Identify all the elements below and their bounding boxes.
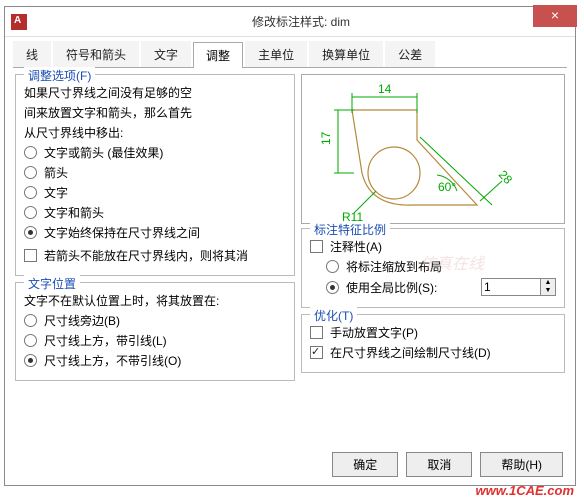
optimize-legend: 优化(T)	[310, 307, 357, 324]
scale-legend: 标注特征比例	[310, 221, 390, 238]
watermark-cn: 仿真在线	[420, 250, 484, 274]
spin-down-icon[interactable]: ▼	[541, 287, 555, 295]
textpos-1[interactable]: 尺寸线上方，带引线(L)	[24, 332, 286, 349]
fit-intro: 如果尺寸界线之间没有足够的空	[24, 84, 286, 101]
textpos-0[interactable]: 尺寸线旁边(B)	[24, 312, 286, 329]
window-title: 修改标注样式: dim	[27, 13, 575, 30]
fit-opt-5[interactable]: 若箭头不能放在尺寸界线内，则将其消	[24, 247, 286, 264]
dialog-footer: 确定 取消 帮助(H)	[332, 452, 563, 477]
cancel-button[interactable]: 取消	[406, 452, 472, 477]
close-button[interactable]: ×	[533, 5, 577, 27]
dialog-window: 修改标注样式: dim × 线 符号和箭头 文字 调整 主单位 换算单位 公差 …	[4, 6, 576, 486]
text-pos-group: 文字位置 文字不在默认位置上时，将其放置在: 尺寸线旁边(B) 尺寸线上方，带引…	[15, 282, 295, 381]
tab-tol[interactable]: 公差	[385, 41, 435, 67]
spin-up-icon[interactable]: ▲	[541, 279, 555, 287]
scale-input[interactable]	[481, 278, 541, 296]
fit-options-group: 调整选项(F) 如果尺寸界线之间没有足够的空 间来放置文字和箭头，那么首先 从尺…	[15, 74, 295, 276]
fit-opt-3[interactable]: 文字和箭头	[24, 204, 286, 221]
app-icon	[11, 14, 27, 30]
fit-opt-4[interactable]: 文字始终保持在尺寸界线之间	[24, 224, 286, 241]
fit-legend: 调整选项(F)	[24, 67, 95, 84]
fit-opt-1[interactable]: 箭头	[24, 164, 286, 181]
tab-fit[interactable]: 调整	[193, 42, 243, 68]
svg-text:60°: 60°	[438, 180, 456, 194]
content-area: 调整选项(F) 如果尺寸界线之间没有足够的空 间来放置文字和箭头，那么首先 从尺…	[5, 68, 575, 397]
svg-text:14: 14	[378, 82, 392, 96]
tab-strip: 线 符号和箭头 文字 调整 主单位 换算单位 公差	[13, 41, 567, 68]
tab-alt[interactable]: 换算单位	[309, 41, 383, 67]
svg-text:17: 17	[319, 131, 333, 145]
preview-svg: 14 17 60° R11 28	[302, 75, 562, 223]
tab-lines[interactable]: 线	[13, 41, 51, 67]
opt-draw[interactable]: 在尺寸界线之间绘制尺寸线(D)	[310, 344, 556, 361]
textpos-2[interactable]: 尺寸线上方，不带引线(O)	[24, 352, 286, 369]
fit-opt-2[interactable]: 文字	[24, 184, 286, 201]
tab-primary[interactable]: 主单位	[245, 41, 307, 67]
textpos-legend: 文字位置	[24, 275, 80, 292]
preview-pane: 14 17 60° R11 28	[301, 74, 565, 224]
titlebar: 修改标注样式: dim ×	[5, 7, 575, 37]
ok-button[interactable]: 确定	[332, 452, 398, 477]
tab-text[interactable]: 文字	[141, 41, 191, 67]
opt-manual[interactable]: 手动放置文字(P)	[310, 324, 556, 341]
scale-global[interactable]: 使用全局比例(S): ▲▼	[310, 278, 556, 296]
fit-opt-0[interactable]: 文字或箭头 (最佳效果)	[24, 144, 286, 161]
help-button[interactable]: 帮助(H)	[480, 452, 563, 477]
optimize-group: 优化(T) 手动放置文字(P) 在尺寸界线之间绘制尺寸线(D)	[301, 314, 565, 373]
tab-arrows[interactable]: 符号和箭头	[53, 41, 139, 67]
scale-spinner[interactable]: ▲▼	[481, 278, 556, 296]
watermark-url: www.1CAE.com	[476, 483, 574, 498]
